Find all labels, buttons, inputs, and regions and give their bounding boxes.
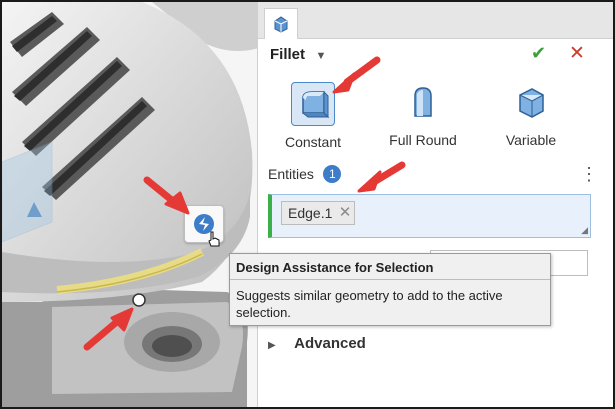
- hand-cursor-icon: [208, 231, 220, 247]
- fillet-type-label: Full Round: [389, 132, 457, 148]
- expand-caret-icon: ▶: [268, 340, 276, 351]
- feature-title: Fillet: [270, 46, 306, 63]
- fillet-type-variable[interactable]: Variable: [486, 82, 576, 152]
- design-assistance-button[interactable]: [184, 205, 224, 247]
- entities-count-badge: 1: [323, 165, 342, 183]
- advanced-label: Advanced: [294, 335, 366, 352]
- cancel-button[interactable]: ✕: [569, 42, 585, 65]
- entities-selection-box[interactable]: Edge.1 ✕ ◢: [268, 194, 591, 238]
- resize-grip-icon[interactable]: ◢: [581, 225, 588, 236]
- feature-title-row[interactable]: Fillet ▼: [270, 46, 326, 66]
- part-model[interactable]: [2, 2, 262, 407]
- variable-fillet-icon: [519, 88, 544, 118]
- tooltip-divider: [230, 279, 550, 280]
- tooltip-body: Suggests similar geometry to add to the …: [236, 288, 503, 320]
- fillet-feature-panel: Fillet ▼ ✔ ✕ Constant Full Round Variabl…: [257, 2, 613, 407]
- dropdown-caret-icon[interactable]: ▼: [315, 50, 326, 62]
- entity-chip-label: Edge.1: [288, 205, 333, 221]
- full-round-fillet-icon: [414, 87, 432, 117]
- entity-chip[interactable]: Edge.1 ✕: [281, 201, 356, 225]
- remove-entity-icon[interactable]: ✕: [339, 202, 352, 224]
- tooltip-title: Design Assistance for Selection: [236, 260, 434, 275]
- screenshot-frame: Fillet ▼ ✔ ✕ Constant Full Round Variabl…: [0, 0, 615, 409]
- tooltip: Design Assistance for Selection Suggests…: [229, 253, 551, 326]
- panel-tab-bar: [258, 2, 613, 39]
- constant-fillet-icon: [291, 82, 335, 126]
- fillet-feature-tab[interactable]: [264, 8, 298, 39]
- advanced-section-toggle[interactable]: ▶ Advanced: [268, 335, 366, 355]
- more-options-icon[interactable]: ⋮: [580, 165, 598, 183]
- entities-label: Entities: [268, 166, 314, 182]
- fillet-type-full-round[interactable]: Full Round: [378, 82, 468, 152]
- fillet-feature-icon: [274, 16, 288, 33]
- entities-header: Entities 1 ⋮: [268, 165, 598, 185]
- fillet-type-constant[interactable]: Constant: [268, 82, 358, 152]
- fillet-type-label: Constant: [284, 134, 342, 150]
- fillet-type-label: Variable: [505, 132, 557, 148]
- ok-button[interactable]: ✔: [531, 43, 546, 64]
- 3d-viewport[interactable]: [2, 2, 262, 407]
